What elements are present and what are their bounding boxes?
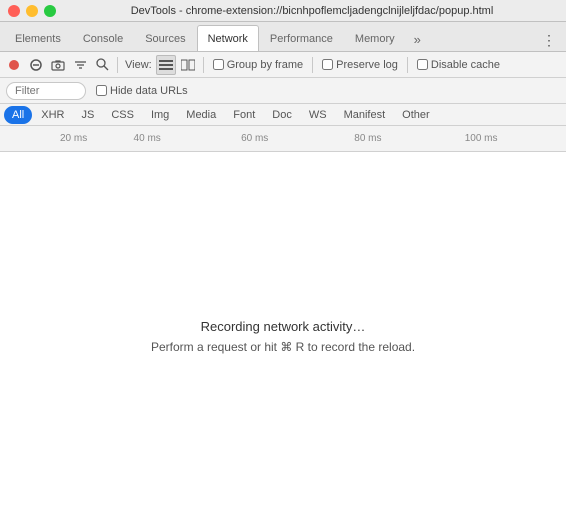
timeline-header: 20 ms 40 ms 60 ms 80 ms 100 ms xyxy=(0,126,566,152)
type-filter-all[interactable]: All xyxy=(4,106,32,124)
view-list-button[interactable] xyxy=(156,55,176,75)
toolbar-separator-3 xyxy=(312,57,313,73)
toolbar-separator-1 xyxy=(117,57,118,73)
hide-data-urls-label[interactable]: Hide data URLs xyxy=(96,85,188,97)
empty-state: Recording network activity… Perform a re… xyxy=(151,319,415,354)
maximize-button[interactable] xyxy=(44,5,56,17)
tab-performance[interactable]: Performance xyxy=(259,25,344,51)
tab-more-button[interactable]: » xyxy=(406,28,429,51)
type-filter-js[interactable]: JS xyxy=(73,106,102,124)
type-filter-bar: AllXHRJSCSSImgMediaFontDocWSManifestOthe… xyxy=(0,104,566,126)
filter-icon xyxy=(74,59,87,71)
type-filter-ws[interactable]: WS xyxy=(301,106,335,124)
window-title: DevTools - chrome-extension://bicnhpofle… xyxy=(66,5,558,17)
tab-console[interactable]: Console xyxy=(72,25,134,51)
filter-input[interactable] xyxy=(6,82,86,100)
stop-button[interactable] xyxy=(26,55,46,75)
timeline-tick: 60 ms xyxy=(241,133,268,144)
tab-sources[interactable]: Sources xyxy=(134,25,196,51)
main-content-area: Recording network activity… Perform a re… xyxy=(0,152,566,520)
toolbar-separator-4 xyxy=(407,57,408,73)
camera-icon xyxy=(51,59,65,71)
timeline-tick: 80 ms xyxy=(354,133,381,144)
timeline-tick: 20 ms xyxy=(60,133,87,144)
group-by-frame-checkbox[interactable] xyxy=(213,59,224,70)
type-filter-xhr[interactable]: XHR xyxy=(33,106,72,124)
title-bar: DevTools - chrome-extension://bicnhpofle… xyxy=(0,0,566,22)
type-filter-doc[interactable]: Doc xyxy=(264,106,300,124)
devtools-menu-button[interactable]: ⋮ xyxy=(536,30,562,51)
search-button[interactable] xyxy=(92,55,112,75)
record-icon xyxy=(8,59,20,71)
type-filter-other[interactable]: Other xyxy=(394,106,438,124)
grouped-view-icon xyxy=(181,59,195,71)
view-grouped-button[interactable] xyxy=(178,55,198,75)
tab-memory[interactable]: Memory xyxy=(344,25,406,51)
timeline-tick: 100 ms xyxy=(465,133,498,144)
search-icon xyxy=(96,58,109,71)
type-filter-font[interactable]: Font xyxy=(225,106,263,124)
empty-state-main-text: Recording network activity… xyxy=(151,319,415,334)
type-filter-css[interactable]: CSS xyxy=(103,106,142,124)
filter-bar: Hide data URLs xyxy=(0,78,566,104)
hide-data-urls-checkbox[interactable] xyxy=(96,85,107,96)
window-controls xyxy=(8,5,56,17)
close-button[interactable] xyxy=(8,5,20,17)
toolbar: View: Group by frame Preserve log Disabl… xyxy=(0,52,566,78)
view-label: View: xyxy=(125,59,152,71)
record-button[interactable] xyxy=(4,55,24,75)
type-filter-img[interactable]: Img xyxy=(143,106,177,124)
timeline-tick: 40 ms xyxy=(134,133,161,144)
tab-bar: Elements Console Sources Network Perform… xyxy=(0,22,566,52)
minimize-button[interactable] xyxy=(26,5,38,17)
type-filter-media[interactable]: Media xyxy=(178,106,224,124)
disable-cache-checkbox[interactable] xyxy=(417,59,428,70)
toolbar-separator-2 xyxy=(203,57,204,73)
tab-network[interactable]: Network xyxy=(197,25,259,51)
filter-button[interactable] xyxy=(70,55,90,75)
tab-elements[interactable]: Elements xyxy=(4,25,72,51)
type-filter-manifest[interactable]: Manifest xyxy=(336,106,394,124)
stop-icon xyxy=(30,59,42,71)
disable-cache-label[interactable]: Disable cache xyxy=(417,59,500,71)
empty-state-sub-text: Perform a request or hit ⌘ R to record t… xyxy=(151,340,415,354)
group-by-frame-label[interactable]: Group by frame xyxy=(213,59,303,71)
preserve-log-checkbox[interactable] xyxy=(322,59,333,70)
capture-screenshots-button[interactable] xyxy=(48,55,68,75)
list-view-icon xyxy=(159,59,173,71)
preserve-log-label[interactable]: Preserve log xyxy=(322,59,398,71)
